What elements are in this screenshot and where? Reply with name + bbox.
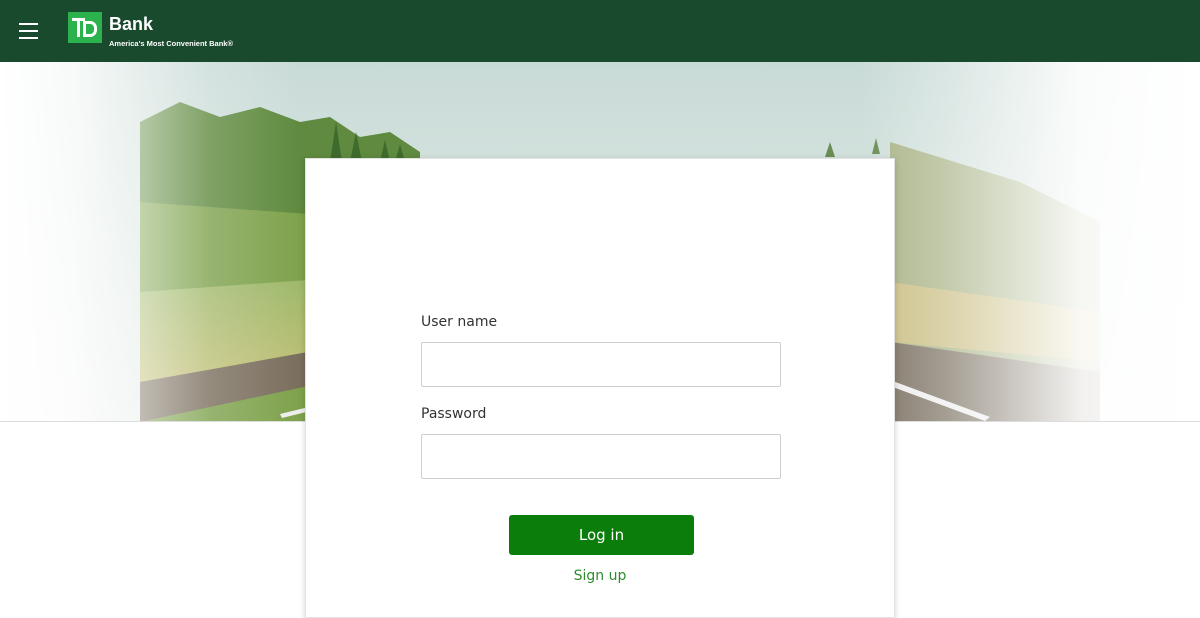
hero-fade-left: [0, 62, 300, 421]
password-input[interactable]: [421, 434, 781, 479]
logo-bank-name: Bank: [109, 14, 154, 34]
hamburger-menu-icon[interactable]: [14, 16, 44, 46]
username-input[interactable]: [421, 342, 781, 387]
login-card: User name Password Log in Sign up: [305, 158, 895, 618]
td-bank-logo[interactable]: Bank America's Most Convenient Bank®: [68, 12, 268, 52]
hero-fade-right: [860, 62, 1200, 421]
top-navigation-bar: Bank America's Most Convenient Bank®: [0, 0, 1200, 62]
signup-link[interactable]: Sign up: [306, 568, 894, 584]
username-label: User name: [421, 314, 498, 330]
password-label: Password: [421, 406, 487, 422]
menu-line: [19, 23, 38, 25]
logo-tagline: America's Most Convenient Bank®: [109, 39, 234, 48]
menu-line: [19, 30, 38, 32]
login-button[interactable]: Log in: [509, 515, 694, 555]
td-logo-mark: [68, 12, 102, 43]
menu-line: [19, 37, 38, 39]
td-logo-glyph: [68, 12, 102, 43]
